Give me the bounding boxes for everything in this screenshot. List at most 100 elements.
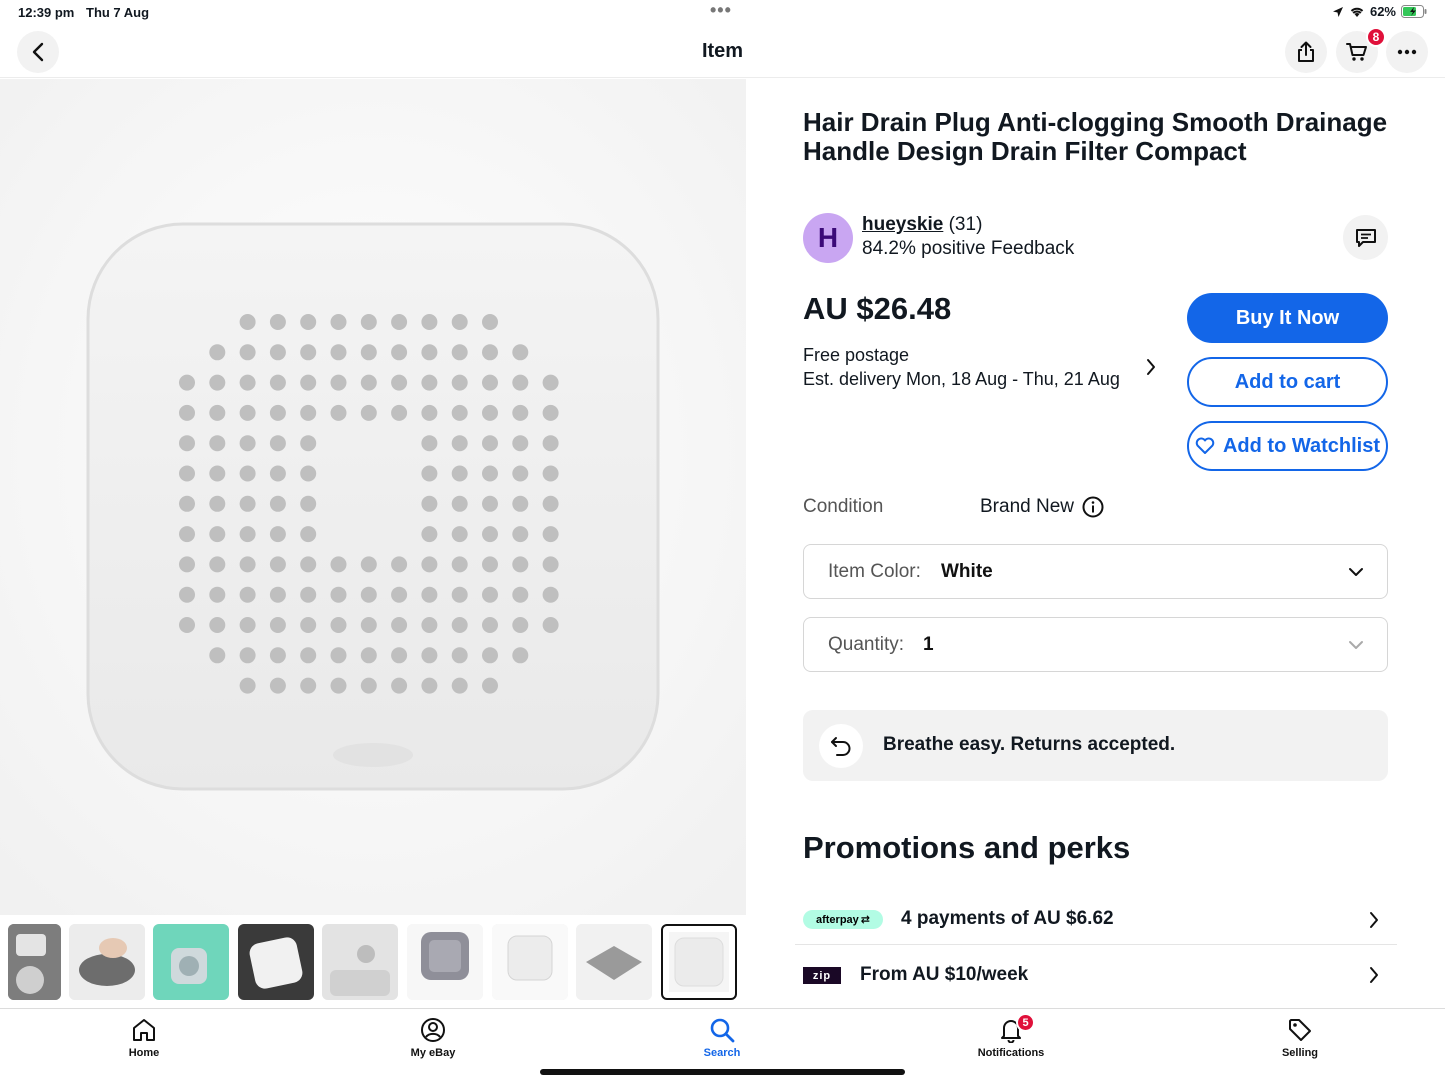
more-icon <box>1397 49 1417 55</box>
quantity-label: Quantity: <box>828 634 905 655</box>
status-indicators: 62% <box>1332 4 1427 19</box>
drain-hole <box>300 435 317 452</box>
drain-hole <box>300 586 317 603</box>
drain-hole <box>391 314 408 330</box>
drain-hole <box>269 374 286 391</box>
thumbnail-9-selected[interactable] <box>661 924 737 1000</box>
drain-hole <box>269 465 286 482</box>
condition-label: Condition <box>803 496 884 517</box>
drain-hole <box>482 404 498 421</box>
drain-hole <box>542 495 559 512</box>
cart-icon <box>1346 43 1367 61</box>
page-title: Item <box>701 40 744 62</box>
share-icon <box>1298 41 1314 62</box>
afterpay-promo-row[interactable]: afterpay ⇄ 4 payments of AU $6.62 <box>795 893 1397 945</box>
drain-hole <box>360 404 377 421</box>
thumbnail-6[interactable] <box>407 924 483 1000</box>
drain-hole <box>542 586 559 603</box>
drain-hole <box>421 404 438 421</box>
seller-avatar[interactable]: H <box>803 213 853 263</box>
thumbnail-image <box>669 932 729 992</box>
chevron-right-icon[interactable] <box>1143 357 1159 377</box>
returns-text: Breathe easy. Returns accepted. <box>883 734 1176 755</box>
drain-hole <box>269 404 286 421</box>
share-button[interactable] <box>1285 31 1327 73</box>
promotions-heading: Promotions and perks <box>803 830 1131 865</box>
add-to-cart-button[interactable]: Add to cart <box>1187 357 1388 407</box>
thumbnail-4[interactable] <box>238 924 314 1000</box>
multitask-dots-icon[interactable]: ••• <box>710 0 732 21</box>
thumbnail-8[interactable] <box>576 924 652 1000</box>
quantity-value: 1 <box>923 634 934 655</box>
thumbnail-image <box>238 924 314 1000</box>
thumbnail-5[interactable] <box>322 924 398 1000</box>
tab-search[interactable]: Search <box>662 1017 782 1059</box>
drain-hole <box>209 526 226 543</box>
seller-info[interactable]: hueyskie (31) <box>862 214 982 236</box>
drain-hole <box>482 677 498 694</box>
drain-hole <box>360 586 377 603</box>
drain-hole <box>179 465 195 482</box>
delivery-estimate[interactable]: Est. delivery Mon, 18 Aug - Thu, 21 Aug <box>803 369 1120 390</box>
tab-notifications[interactable]: Notifications 5 <box>951 1013 1071 1059</box>
drain-hole <box>451 647 468 664</box>
message-icon <box>1355 228 1376 247</box>
quantity-select[interactable]: Quantity: 1 <box>803 617 1388 672</box>
afterpay-logo-text: afterpay <box>815 913 859 926</box>
drain-hole <box>512 404 529 421</box>
drain-hole <box>421 647 438 664</box>
drain-hole <box>179 404 195 421</box>
drain-hole <box>209 404 226 421</box>
drain-hole <box>239 344 256 361</box>
tab-my-ebay[interactable]: My eBay <box>373 1017 493 1059</box>
drain-hole <box>360 374 377 391</box>
thumbnail-image <box>153 924 229 1000</box>
message-seller-button[interactable] <box>1343 215 1388 260</box>
drain-hole <box>239 435 256 452</box>
drain-hole <box>391 647 408 664</box>
status-time: 12:39 pm <box>18 5 75 20</box>
drain-hole <box>451 404 468 421</box>
add-to-watchlist-button[interactable]: Add to Watchlist <box>1187 421 1388 471</box>
zip-promo-row[interactable]: zip From AU $10/week <box>795 948 1397 1000</box>
drain-hole <box>209 556 226 573</box>
drain-hole <box>300 617 317 633</box>
more-options-button[interactable] <box>1386 31 1428 73</box>
drain-hole <box>269 586 286 603</box>
drain-hole <box>300 556 317 573</box>
info-icon[interactable] <box>1082 496 1104 518</box>
drain-hole <box>239 526 256 543</box>
drain-hole <box>209 374 226 391</box>
drain-hole <box>391 374 408 391</box>
drain-hole <box>330 556 347 573</box>
thumbnail-3[interactable] <box>153 924 229 1000</box>
drain-hole <box>239 404 256 421</box>
product-title: Hair Drain Plug Anti-clogging Smooth Dra… <box>803 107 1388 166</box>
drain-hole <box>482 435 498 452</box>
buy-it-now-button[interactable]: Buy It Now <box>1187 293 1388 343</box>
home-indicator[interactable] <box>540 1069 905 1075</box>
tab-home[interactable]: Home <box>84 1017 204 1059</box>
drain-hole <box>300 495 317 512</box>
thumbnail-image <box>69 924 145 1000</box>
heart-icon <box>1195 437 1215 454</box>
drain-hole <box>482 617 498 633</box>
seller-name-link[interactable]: hueyskie <box>862 214 943 235</box>
tab-selling[interactable]: Selling <box>1240 1017 1360 1059</box>
item-color-select[interactable]: Item Color: White <box>803 544 1388 599</box>
drain-hole <box>482 556 498 573</box>
thumbnail-2[interactable] <box>69 924 145 1000</box>
thumbnail-strip <box>0 915 746 1008</box>
location-icon <box>1332 6 1343 17</box>
add-to-cart-label: Add to cart <box>1234 370 1341 393</box>
top-navigation: Item <box>0 26 1445 78</box>
product-image[interactable] <box>0 79 746 915</box>
drain-hole <box>482 344 498 361</box>
drain-hole <box>512 556 529 573</box>
drain-hole <box>239 556 256 573</box>
thumbnail-7[interactable] <box>492 924 568 1000</box>
thumbnail-1[interactable] <box>8 924 61 1000</box>
shipping-cost[interactable]: Free postage <box>803 345 909 366</box>
drain-hole <box>451 374 468 391</box>
drain-hole <box>239 374 256 391</box>
